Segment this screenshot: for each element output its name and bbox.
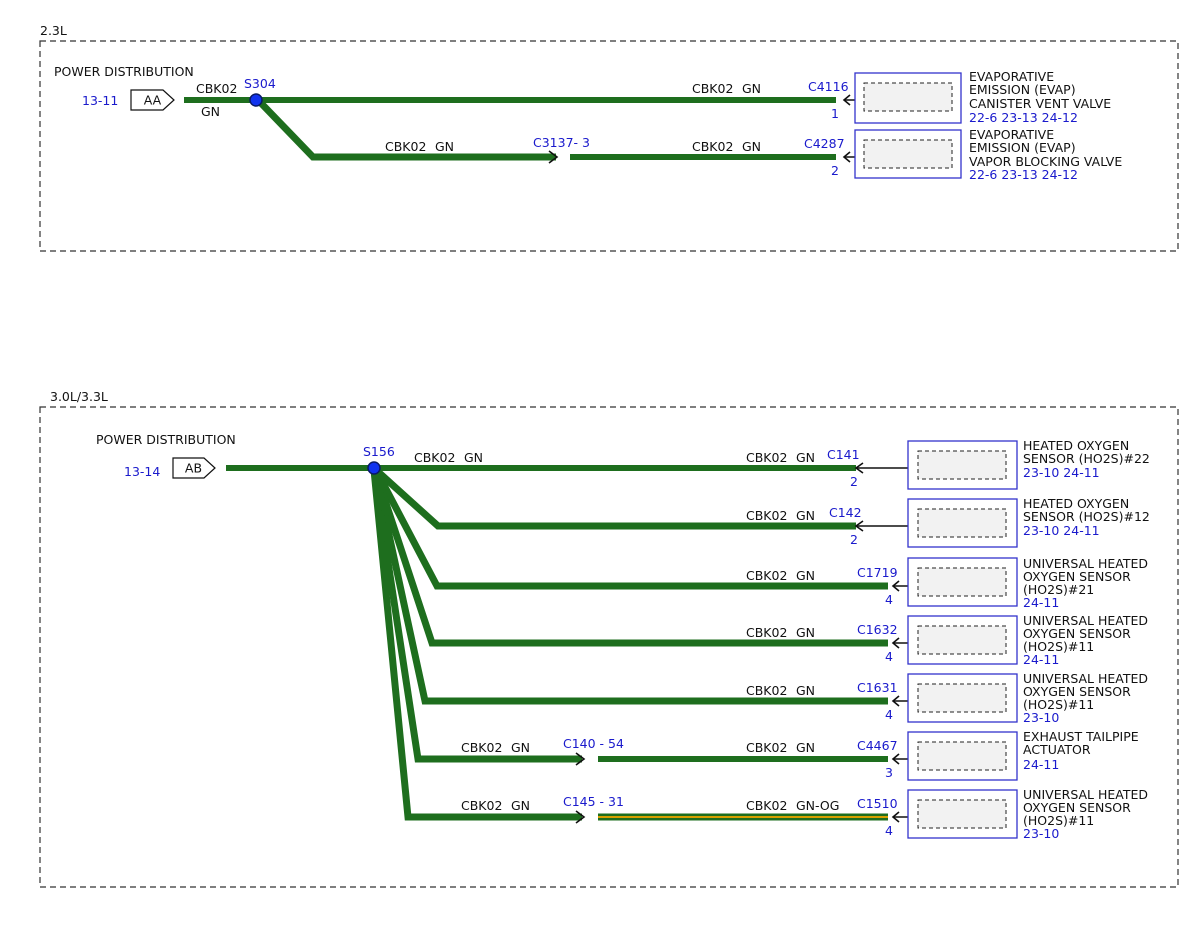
- wire-color: GN: [796, 568, 815, 583]
- connector-label[interactable]: C141: [827, 447, 860, 462]
- component-refs[interactable]: 22-6 23-13 24-12: [969, 167, 1078, 182]
- pin-number: 4: [885, 823, 893, 838]
- wire-circuit: CBK02: [692, 139, 733, 154]
- component-name: EMISSION (EVAP): [969, 140, 1076, 155]
- page-ref[interactable]: 13-11: [82, 93, 118, 108]
- connector-label[interactable]: C1719: [857, 565, 898, 580]
- pin-number: 4: [885, 592, 893, 607]
- connector-label[interactable]: C4287: [804, 136, 845, 151]
- splice-point: [367, 461, 381, 475]
- section-2-3l: 2.3L POWER DISTRIBUTION 13-11 AA CBK02 G…: [39, 23, 1179, 252]
- section-title: 3.0L/3.3L: [50, 389, 108, 404]
- pin-number: 2: [850, 474, 858, 489]
- inline-connector-label[interactable]: C3137- 3: [533, 135, 590, 150]
- splice-label[interactable]: S304: [244, 76, 276, 91]
- component-refs[interactable]: 24-11: [1023, 652, 1059, 667]
- component-name: ACTUATOR: [1023, 742, 1091, 757]
- pin-number: 3: [885, 765, 893, 780]
- component-inner: [917, 625, 1007, 655]
- connector-label[interactable]: C4467: [857, 738, 898, 753]
- connector-label[interactable]: C4116: [808, 79, 849, 94]
- component-inner: [863, 139, 953, 169]
- splice-point: [249, 93, 263, 107]
- feed-wire-color: GN: [201, 104, 220, 119]
- wire-circuit: CBK02: [746, 798, 787, 813]
- connector-label[interactable]: C1510: [857, 796, 898, 811]
- power-distribution-label: POWER DISTRIBUTION: [96, 432, 236, 447]
- pin-number: 1: [831, 106, 839, 121]
- wire-color: GN: [464, 450, 483, 465]
- page-ref[interactable]: 13-14: [124, 464, 160, 479]
- wire-color: GN: [796, 508, 815, 523]
- component-name: EMISSION (EVAP): [969, 82, 1076, 97]
- component-inner: [917, 508, 1007, 538]
- feed-wire-circuit: CBK02: [196, 81, 237, 96]
- connector-label[interactable]: C142: [829, 505, 862, 520]
- power-distribution-label: POWER DISTRIBUTION: [54, 64, 194, 79]
- section-title: 2.3L: [40, 23, 67, 38]
- section-3-0l-3-3l: 3.0L/3.3L POWER DISTRIBUTION 13-14 AB CB…: [39, 389, 1179, 888]
- component-inner: [917, 450, 1007, 480]
- component-refs[interactable]: 23-10 24-11: [1023, 465, 1100, 480]
- wire-color: GN: [742, 139, 761, 154]
- component-inner: [917, 741, 1007, 771]
- wire-circuit: CBK02: [414, 450, 455, 465]
- pin-number: 2: [831, 163, 839, 178]
- wiring-diagram: 2.3L POWER DISTRIBUTION 13-11 AA CBK02 G…: [39, 23, 1179, 888]
- wire-color: GN: [435, 139, 454, 154]
- wire-circuit: CBK02: [746, 508, 787, 523]
- wire-color: GN: [742, 81, 761, 96]
- inline-connector-label[interactable]: C140 - 54: [563, 736, 624, 751]
- wire-circuit: CBK02: [746, 450, 787, 465]
- wire-color: GN: [796, 450, 815, 465]
- wire-circuit: CBK02: [385, 139, 426, 154]
- wire-color: GN: [796, 625, 815, 640]
- component-refs[interactable]: 23-10: [1023, 826, 1059, 841]
- wire-color: GN: [796, 740, 815, 755]
- component-refs[interactable]: 24-11: [1023, 757, 1059, 772]
- wire-color: GN: [511, 798, 530, 813]
- component-inner: [917, 799, 1007, 829]
- wire-circuit: CBK02: [746, 683, 787, 698]
- pin-number: 4: [885, 707, 893, 722]
- connector-label[interactable]: C1632: [857, 622, 898, 637]
- connector-flag-label: AB: [185, 461, 202, 476]
- wire-circuit: CBK02: [746, 625, 787, 640]
- component-name: SENSOR (HO2S)#12: [1023, 509, 1150, 524]
- component-inner: [917, 683, 1007, 713]
- wire-circuit: CBK02: [461, 798, 502, 813]
- component-name: SENSOR (HO2S)#22: [1023, 451, 1150, 466]
- wire-circuit: CBK02: [746, 568, 787, 583]
- wire-color: GN-OG: [796, 798, 839, 813]
- inline-connector-label[interactable]: C145 - 31: [563, 794, 624, 809]
- splice-label[interactable]: S156: [363, 444, 395, 459]
- component-inner: [917, 567, 1007, 597]
- connector-flag-label: AA: [144, 93, 162, 108]
- component-name: CANISTER VENT VALVE: [969, 96, 1111, 111]
- wire-circuit: CBK02: [461, 740, 502, 755]
- component-refs[interactable]: 24-11: [1023, 595, 1059, 610]
- pin-number: 4: [885, 649, 893, 664]
- component-refs[interactable]: 22-6 23-13 24-12: [969, 110, 1078, 125]
- wire-branch-c1632: [371, 468, 888, 647]
- component-inner: [863, 82, 953, 112]
- wire-circuit: CBK02: [746, 740, 787, 755]
- pin-number: 2: [850, 532, 858, 547]
- wire-color: GN: [511, 740, 530, 755]
- wire-circuit: CBK02: [692, 81, 733, 96]
- wire-color: GN: [796, 683, 815, 698]
- component-refs[interactable]: 23-10: [1023, 710, 1059, 725]
- component-refs[interactable]: 23-10 24-11: [1023, 523, 1100, 538]
- connector-label[interactable]: C1631: [857, 680, 898, 695]
